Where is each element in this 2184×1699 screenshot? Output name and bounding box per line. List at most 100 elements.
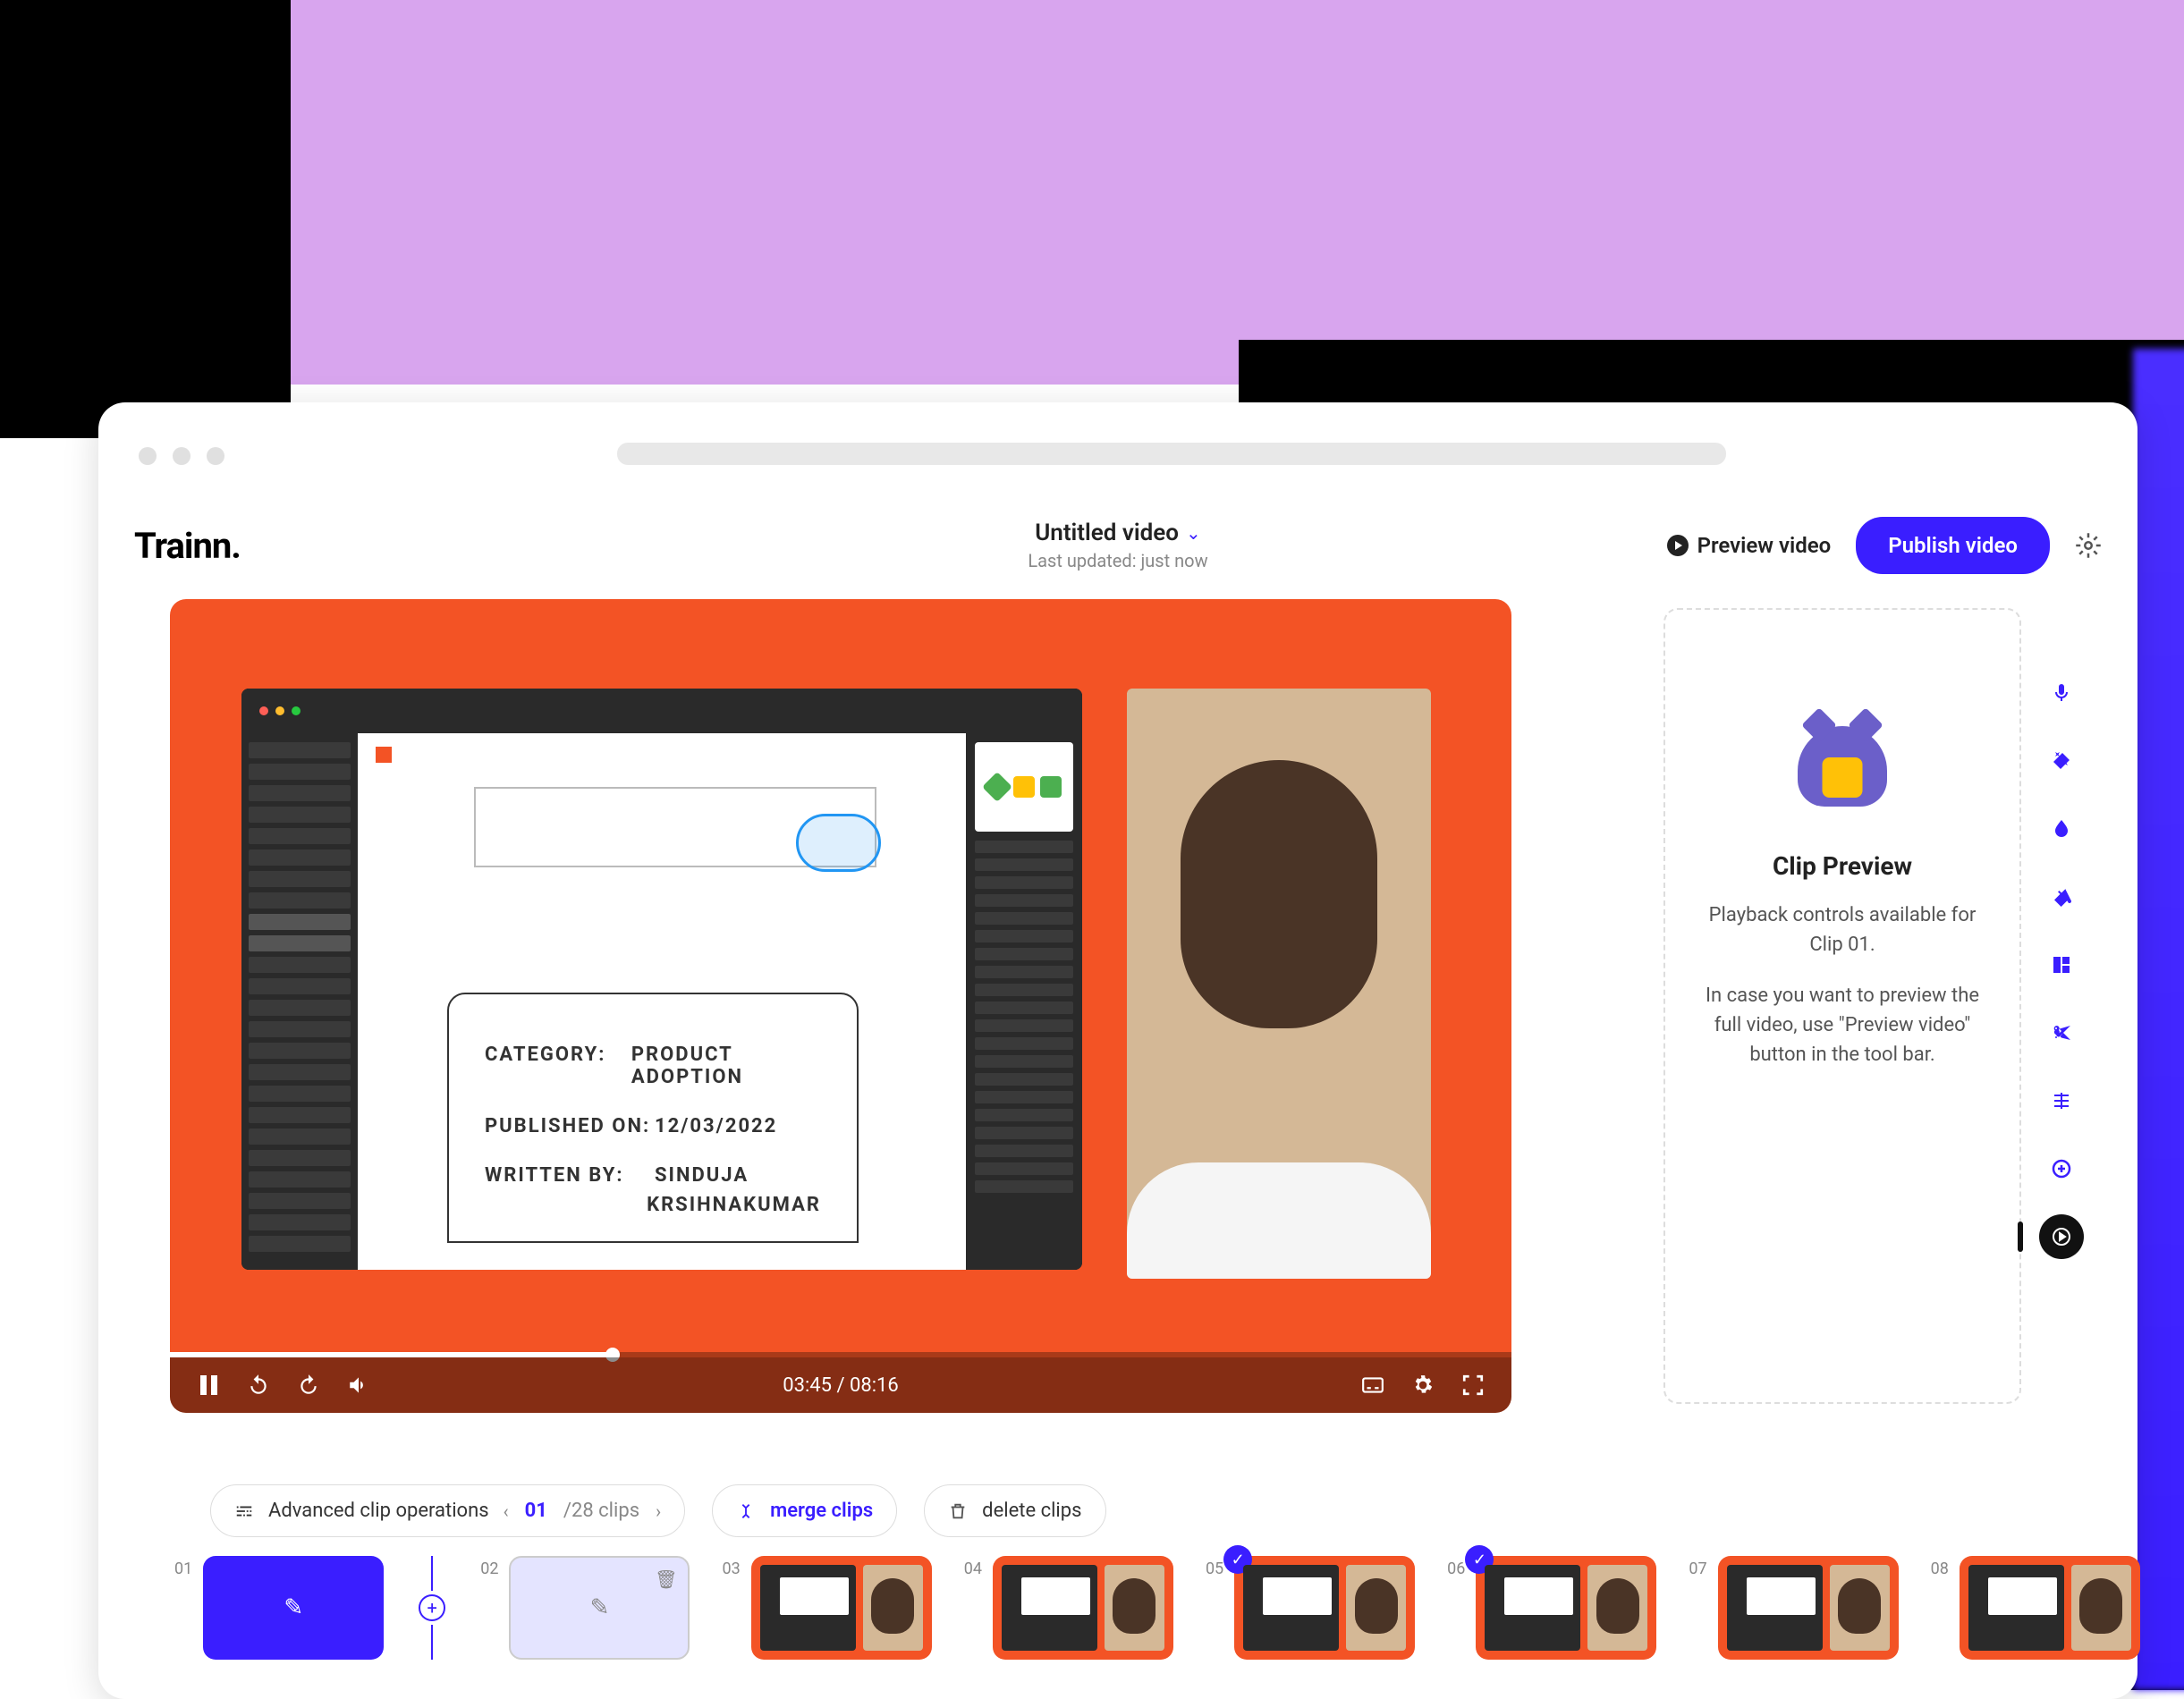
- clip-thumb[interactable]: [1718, 1556, 1899, 1660]
- fill-tool[interactable]: [2039, 875, 2084, 919]
- side-toolbar: [2039, 671, 2084, 1259]
- title-row[interactable]: Untitled video ⌄: [1028, 520, 1207, 546]
- recording-right-panel: [966, 733, 1082, 1270]
- wand-icon: [2051, 750, 2072, 772]
- volume-button[interactable]: [347, 1374, 370, 1397]
- app-window: Trainn Untitled video ⌄ Last updated: ju…: [98, 402, 2137, 1699]
- preview-video-button[interactable]: Preview video: [1667, 533, 1832, 558]
- traffic-dot: [207, 447, 224, 465]
- panel-text: Playback controls available for Clip 01.: [1690, 900, 1994, 959]
- prev-clip-button[interactable]: ‹: [504, 1500, 509, 1522]
- video-title: Untitled video: [1035, 520, 1179, 546]
- panel-text: In case you want to preview the full vid…: [1690, 981, 1994, 1069]
- publish-video-button[interactable]: Publish video: [1856, 517, 2050, 574]
- microphone-icon: [2051, 682, 2072, 704]
- merge-icon: [736, 1501, 756, 1521]
- scissors-icon: [2051, 1022, 2072, 1044]
- play-icon: [1667, 535, 1689, 556]
- captions-button[interactable]: [1361, 1374, 1384, 1397]
- bucket-icon: [2051, 886, 2072, 908]
- total-clips: /28 clips: [563, 1500, 639, 1522]
- blur-tool[interactable]: [2039, 807, 2084, 851]
- layout-icon: [2051, 954, 2072, 976]
- clip-thumb[interactable]: [751, 1556, 932, 1660]
- clip-thumb-empty[interactable]: ✎ 🗑: [509, 1556, 690, 1660]
- dot-icon: [292, 706, 301, 715]
- clip-preview-panel: Clip Preview Playback controls available…: [1663, 608, 2021, 1404]
- align-tool[interactable]: [2039, 1078, 2084, 1123]
- settings-button[interactable]: [2075, 532, 2102, 559]
- next-clip-button[interactable]: ›: [656, 1500, 661, 1522]
- advanced-label: Advanced clip operations: [268, 1500, 489, 1522]
- card-label: WRITTEN BY:: [485, 1164, 655, 1187]
- recording-body: CATEGORY: PRODUCT ADOPTION PUBLISHED ON:…: [241, 733, 1082, 1270]
- cat-illustration: [1784, 726, 1900, 824]
- trash-icon[interactable]: 🗑: [655, 1568, 677, 1590]
- time-display: 03:45 / 08:16: [783, 1374, 899, 1397]
- face-silhouette: [1181, 760, 1377, 1028]
- panel-shapes: [975, 742, 1073, 832]
- clip-number: 06: [1447, 1560, 1465, 1578]
- current-clip: 01: [525, 1500, 547, 1522]
- trash-icon: [948, 1501, 968, 1521]
- pause-button[interactable]: [197, 1374, 220, 1397]
- blur-icon: [2051, 818, 2072, 840]
- add-clip-button[interactable]: +: [419, 1594, 445, 1621]
- delete-label: delete clips: [982, 1500, 1081, 1522]
- layout-tool[interactable]: [2039, 942, 2084, 987]
- clip-number: 02: [480, 1560, 498, 1578]
- logo: Trainn: [134, 525, 241, 567]
- sliders-icon: [234, 1501, 254, 1521]
- chevron-down-icon: ⌄: [1186, 522, 1201, 544]
- video-player: CATEGORY: PRODUCT ADOPTION PUBLISHED ON:…: [170, 599, 1511, 1413]
- recording-left-panel: [241, 733, 358, 1270]
- preview-label: Preview video: [1697, 533, 1832, 558]
- background-blue-glow: [2133, 349, 2184, 1690]
- card-value: 12/03/2022: [655, 1115, 777, 1137]
- canvas-selection: [796, 814, 881, 872]
- clip-thumb[interactable]: ✓: [1476, 1556, 1656, 1660]
- clip-thumb[interactable]: [1960, 1556, 2140, 1660]
- clip-strip: 01 ✎ + 02 ✎ 🗑 03 04 05 ✓ 06: [174, 1556, 2140, 1660]
- clip-number: 07: [1689, 1560, 1706, 1578]
- clip-thumb-active[interactable]: ✎: [203, 1556, 384, 1660]
- align-icon: [2051, 1090, 2072, 1112]
- canvas-marker: [376, 747, 392, 763]
- plus-circle-icon: [2051, 1158, 2072, 1179]
- cut-tool[interactable]: [2039, 1010, 2084, 1055]
- fullscreen-button[interactable]: [1461, 1374, 1485, 1397]
- gear-icon: [2075, 532, 2102, 559]
- magic-tool[interactable]: [2039, 739, 2084, 783]
- clip-thumb[interactable]: ✓: [1234, 1556, 1415, 1660]
- rewind-button[interactable]: [247, 1374, 270, 1397]
- add-tool[interactable]: [2039, 1146, 2084, 1191]
- card-value: SINDUJA: [655, 1164, 749, 1187]
- card-label: PUBLISHED ON:: [485, 1115, 655, 1137]
- url-bar: [617, 443, 1726, 465]
- clip-number: 05: [1206, 1560, 1223, 1578]
- background-purple: [291, 0, 2184, 385]
- voice-tool[interactable]: [2039, 671, 2084, 715]
- card-label: CATEGORY:: [485, 1044, 631, 1088]
- background-black-left: [0, 0, 291, 438]
- play-tool[interactable]: [2039, 1214, 2084, 1259]
- advanced-ops-button[interactable]: Advanced clip operations ‹ 01 /28 clips …: [210, 1484, 685, 1537]
- clip-number: 08: [1931, 1560, 1949, 1578]
- dot-icon: [275, 706, 284, 715]
- clip-number: 04: [964, 1560, 982, 1578]
- card-value: PRODUCT ADOPTION: [631, 1044, 821, 1088]
- window-traffic-lights: [139, 447, 224, 465]
- recording-titlebar: [241, 689, 1082, 733]
- title-block: Untitled video ⌄ Last updated: just now: [1028, 520, 1207, 571]
- clip-number: 01: [174, 1560, 192, 1578]
- clip-thumb[interactable]: [993, 1556, 1173, 1660]
- merge-clips-button[interactable]: merge clips: [712, 1484, 897, 1537]
- settings-button[interactable]: [1411, 1374, 1435, 1397]
- forward-button[interactable]: [297, 1374, 320, 1397]
- card-value: KRSIHNAKUMAR: [647, 1194, 821, 1216]
- dot-icon: [259, 706, 268, 715]
- delete-clips-button[interactable]: delete clips: [924, 1484, 1105, 1537]
- player-content: CATEGORY: PRODUCT ADOPTION PUBLISHED ON:…: [241, 689, 1440, 1279]
- panel-title: Clip Preview: [1690, 851, 1994, 881]
- pencil-icon: ✎: [284, 1594, 303, 1621]
